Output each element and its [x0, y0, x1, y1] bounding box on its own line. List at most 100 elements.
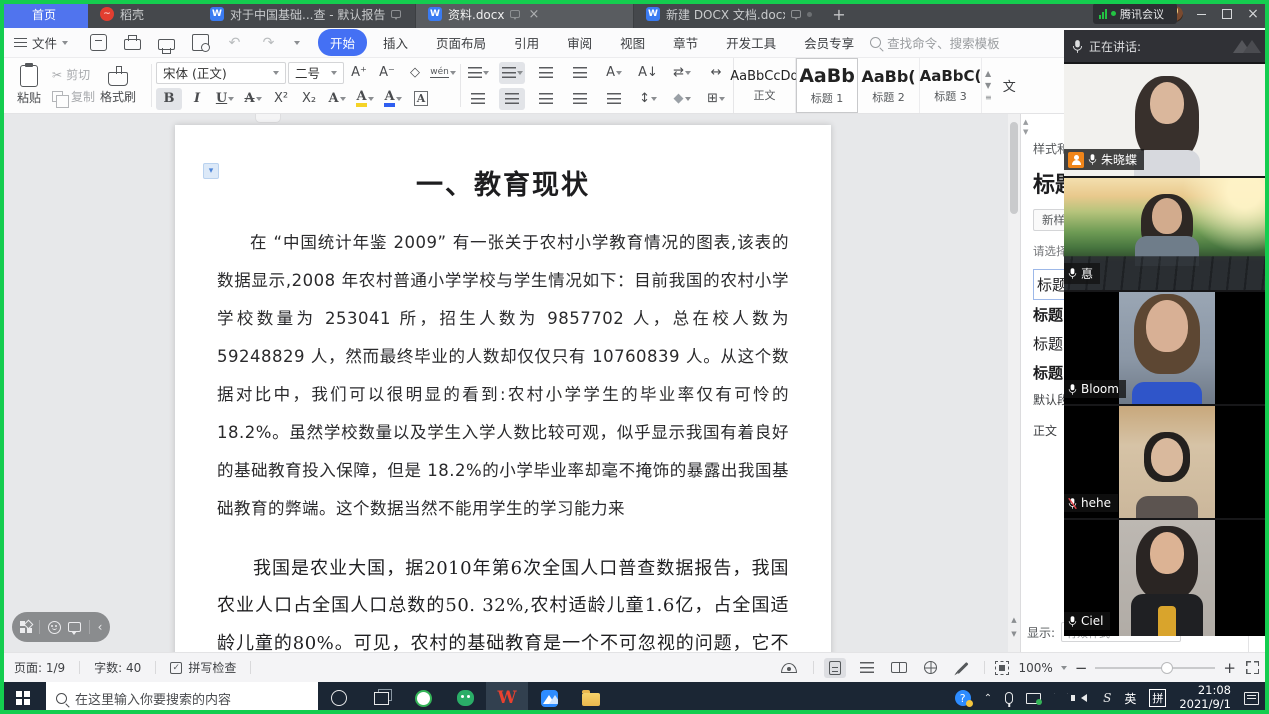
panel-scroll-icons[interactable]: ▲▼	[1023, 118, 1028, 136]
fullscreen-icon[interactable]	[1246, 661, 1259, 674]
align-left-button[interactable]	[465, 88, 491, 110]
style-heading3[interactable]: AaBbC( 标题 3	[920, 58, 982, 113]
video-tile-ciel[interactable]: Ciel	[1064, 520, 1269, 636]
zoom-slider[interactable]	[1095, 667, 1215, 669]
tab-document-new[interactable]: W 新建 DOCX 文档.docx	[634, 0, 824, 28]
task-view-button[interactable]	[360, 682, 402, 714]
align-center-button[interactable]	[499, 88, 525, 110]
speaker-icon[interactable]	[1081, 694, 1087, 702]
tray-mic-icon[interactable]	[1005, 692, 1013, 704]
wifi-icon[interactable]	[1054, 693, 1068, 703]
stickers-icon[interactable]	[20, 621, 32, 633]
emoji-icon[interactable]	[48, 621, 61, 634]
style-heading1[interactable]: AaBb 标题 1	[796, 58, 858, 113]
justify-button[interactable]	[567, 88, 593, 110]
undo-icon[interactable]: ↶	[226, 34, 243, 51]
font-name-select[interactable]: 宋体 (正文)	[156, 62, 286, 84]
video-tile-bloom[interactable]: Bloom	[1064, 292, 1269, 404]
start-button[interactable]	[0, 682, 46, 714]
ribbon-tab-page-layout[interactable]: 页面布局	[424, 29, 498, 56]
zoom-knob[interactable]	[1161, 662, 1173, 674]
spellcheck-toggle[interactable]: ✓ 拼写检查	[156, 659, 250, 676]
notification-center-icon[interactable]	[1244, 692, 1259, 705]
cortana-button[interactable]	[318, 682, 360, 714]
page-view-icon[interactable]	[824, 658, 846, 678]
line-spacing-button[interactable]: ↕	[635, 88, 661, 110]
print-icon[interactable]	[124, 39, 141, 50]
style-heading2[interactable]: AaBb( 标题 2	[858, 58, 920, 113]
tab-docer[interactable]: ~ 稻壳	[88, 0, 198, 28]
meeting-header[interactable]: 正在讲话:	[1064, 30, 1269, 62]
shading-button[interactable]: ◆	[669, 88, 695, 110]
ribbon-tab-references[interactable]: 引用	[502, 29, 551, 56]
paste-button[interactable]: 粘贴	[6, 65, 52, 106]
ribbon-tab-member[interactable]: 会员专享	[792, 29, 866, 56]
distribute-button[interactable]	[601, 88, 627, 110]
pinyin-guide-button[interactable]: wén	[430, 62, 456, 84]
collapse-pill-icon[interactable]: ‹	[98, 620, 103, 634]
comment-icon[interactable]	[68, 622, 81, 632]
ime-language[interactable]: 英	[1124, 690, 1136, 707]
ribbon-tab-home[interactable]: 开始	[318, 29, 367, 56]
numbered-list-button[interactable]	[499, 62, 525, 84]
align-right-button[interactable]	[533, 88, 559, 110]
italic-button[interactable]: I	[184, 88, 210, 110]
font-size-select[interactable]: 二号	[288, 62, 344, 84]
bold-button[interactable]: B	[156, 88, 182, 110]
zoom-level[interactable]: 100%	[1019, 661, 1053, 675]
find-icon[interactable]	[192, 34, 209, 51]
vertical-scrollbar[interactable]: ▲ ▼	[1008, 114, 1020, 652]
underline-button[interactable]: U	[212, 88, 238, 110]
format-painter-button[interactable]: 格式刷	[95, 66, 141, 105]
ink-edit-icon[interactable]	[952, 658, 974, 678]
gallery-up-icon[interactable]: ▲	[985, 69, 992, 78]
ribbon-tab-dev-tools[interactable]: 开发工具	[714, 29, 788, 56]
char-spacing-button[interactable]: ↔	[703, 62, 729, 84]
tray-display-icon[interactable]	[1026, 693, 1041, 704]
taskbar-search[interactable]: 在这里输入你要搜索的内容	[46, 682, 318, 714]
ime-mode[interactable]: 拼	[1149, 689, 1166, 707]
tab-document-ziliao[interactable]: W 资料.docx ×	[416, 0, 634, 28]
superscript-button[interactable]: X²	[268, 88, 294, 110]
decrease-indent-button[interactable]	[533, 62, 559, 84]
meeting-floating-chip[interactable]: 腾讯会议	[1093, 3, 1177, 24]
minimize-button[interactable]	[1193, 6, 1209, 22]
strikethrough-button[interactable]: A	[240, 88, 266, 110]
command-search[interactable]: 查找命令、搜索模板	[870, 33, 1060, 52]
document-canvas[interactable]: ▾ 一、教育现状 在 “中国统计年鉴 2009” 有一张关于农村小学教育情况的图…	[0, 114, 1020, 652]
increase-indent-button[interactable]	[567, 62, 593, 84]
bullet-list-button[interactable]	[465, 62, 491, 84]
clear-format-button[interactable]: ◇	[402, 62, 428, 84]
new-tab-button[interactable]: +	[824, 0, 854, 28]
sort-button[interactable]: A↓	[635, 62, 661, 84]
print-preview-icon[interactable]	[158, 39, 175, 50]
text-layout-side-tab[interactable]: 文	[995, 58, 1024, 113]
video-tile-hehe[interactable]: hehe	[1064, 406, 1269, 518]
ruler-toggle[interactable]	[255, 114, 281, 123]
customize-toolbar-chevron-icon[interactable]	[294, 41, 300, 45]
highlight-color-button[interactable]: A	[352, 88, 378, 110]
ink-workspace-icon[interactable]: S	[1103, 691, 1111, 705]
gallery-down-icon[interactable]: ▼	[985, 81, 992, 90]
browser-360-button[interactable]	[402, 682, 444, 714]
wechat-button[interactable]	[444, 682, 486, 714]
file-menu[interactable]: 文件	[0, 33, 78, 52]
eye-protect-icon[interactable]	[781, 663, 797, 673]
help-360-icon[interactable]: ?	[955, 690, 971, 706]
tab-home[interactable]: 首页	[0, 0, 88, 28]
copy-button[interactable]: 复制	[52, 88, 95, 105]
ribbon-tab-insert[interactable]: 插入	[371, 29, 420, 56]
video-tile-zhuxiaodie[interactable]: 朱晓蝶	[1064, 64, 1269, 176]
outline-view-icon[interactable]	[856, 658, 878, 678]
zoom-out-button[interactable]: −	[1075, 659, 1088, 677]
styles-gallery-scroll[interactable]: ▲ ▼ ≡	[982, 58, 995, 113]
tab-document-report[interactable]: W 对于中国基础...查 - 默认报告	[198, 0, 416, 28]
fit-page-icon[interactable]	[995, 661, 1009, 675]
document-page[interactable]: ▾ 一、教育现状 在 “中国统计年鉴 2009” 有一张关于农村小学教育情况的图…	[175, 125, 831, 652]
subscript-button[interactable]: X₂	[296, 88, 322, 110]
file-explorer-button[interactable]	[570, 682, 612, 714]
save-icon[interactable]	[90, 34, 107, 51]
next-page-icon[interactable]: ▼	[1008, 628, 1020, 640]
scrollbar-thumb[interactable]	[1010, 122, 1018, 214]
style-normal[interactable]: AaBbCcDd 正文	[734, 58, 796, 113]
